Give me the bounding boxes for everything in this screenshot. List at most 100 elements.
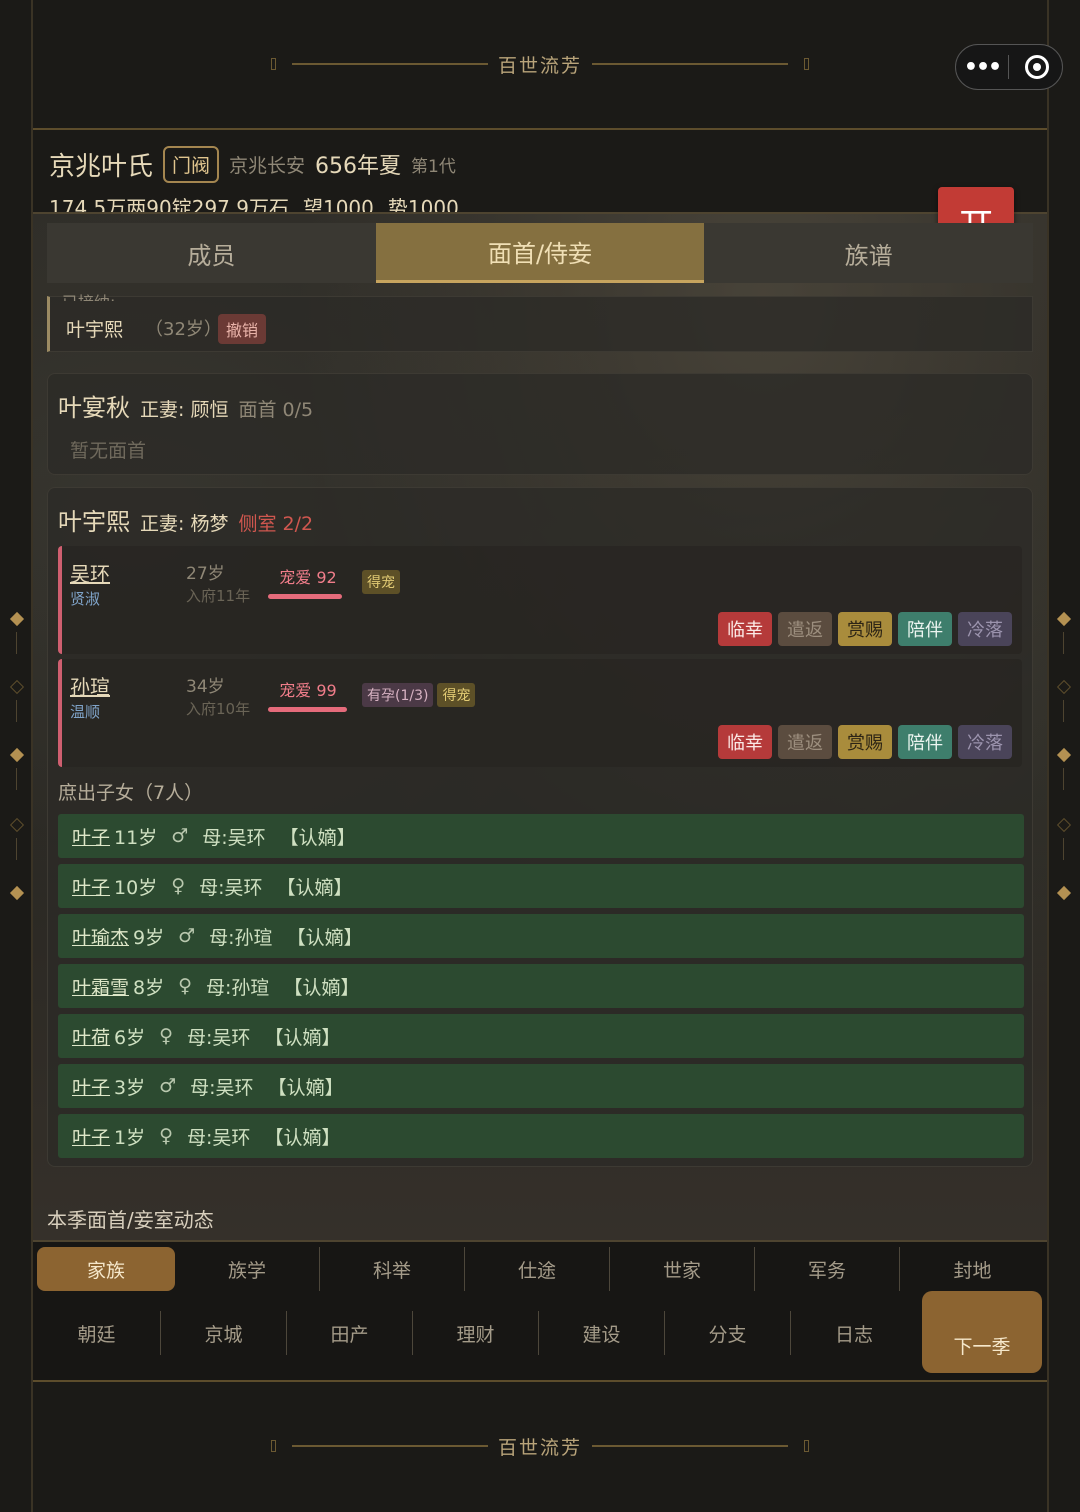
child-row[interactable]: 叶子 10岁 ♀ 母:吴环 【认嫡】 (58, 864, 1024, 908)
diamond-ornament (1056, 611, 1072, 627)
banner-title: 百世流芳 (497, 1436, 582, 1459)
accompany-button[interactable]: 陪伴 (898, 612, 952, 646)
nav-court[interactable]: 朝廷 (33, 1311, 161, 1355)
children-title: 庶出子女（7人） (58, 782, 204, 804)
child-status: 【认嫡】 (286, 926, 363, 949)
nav-military[interactable]: 军务 (755, 1247, 900, 1291)
diamond-ornament (9, 885, 25, 901)
left-ornament (9, 610, 25, 910)
child-name[interactable]: 叶荷 (72, 1023, 110, 1050)
diamond-ornament (1056, 747, 1072, 763)
child-row[interactable]: 叶荷 6岁 ♀ 母:吴环 【认嫡】 (58, 1014, 1024, 1058)
child-status: 【认嫡】 (283, 976, 360, 999)
consort-name[interactable]: 吴环 (70, 558, 110, 587)
empty-state: 暂无面首 (70, 440, 147, 462)
child-row[interactable]: 叶霜雪 8岁 ♀ 母:孙瑄 【认嫡】 (58, 964, 1024, 1008)
child-age: 9岁 (133, 926, 165, 949)
nav-career[interactable]: 仕途 (465, 1247, 610, 1291)
current-season: 656年夏 (315, 154, 402, 179)
nav-clans[interactable]: 世家 (610, 1247, 755, 1291)
child-name[interactable]: 叶子 (72, 1073, 110, 1100)
nav-fief[interactable]: 封地 (900, 1247, 1045, 1291)
diamond-ornament (9, 611, 25, 627)
child-row[interactable]: 叶子 1岁 ♀ 母:吴环 【认嫡】 (58, 1114, 1024, 1158)
ornament-line (16, 838, 17, 860)
child-name[interactable]: 叶子 (72, 823, 110, 850)
pregnancy-badge: 有孕(1/3) (362, 683, 434, 707)
accompany-button[interactable]: 陪伴 (898, 725, 952, 759)
male-icon: ♂ (159, 1075, 177, 1097)
diamond-ornament (1056, 885, 1072, 901)
neglect-button[interactable]: 冷落 (958, 612, 1012, 646)
child-row[interactable]: 叶子 11岁 ♂ 母:吴环 【认嫡】 (58, 814, 1024, 858)
more-dots-icon[interactable]: ••• (956, 55, 1008, 80)
dismiss-button[interactable]: 遣返 (778, 612, 832, 646)
nav-capital[interactable]: 京城 (161, 1311, 287, 1355)
revoke-button[interactable]: 撤销 (218, 314, 267, 344)
owner-spouse: 正妻: 杨梦 (140, 513, 229, 535)
female-icon: ♀ (159, 1125, 174, 1147)
accepted-age: （32岁） (145, 319, 222, 340)
banner-cap-left (270, 58, 276, 70)
consort-row: 吴环 贤淑 27岁 入府11年 宠爱 92 得宠 临幸 遣返 赏赐 陪伴 冷落 (58, 546, 1022, 654)
consort-since: 入府10年 (186, 700, 251, 718)
child-name[interactable]: 叶子 (72, 873, 110, 900)
bottom-nav: 家族 族学 科举 仕途 世家 军务 封地 朝廷 京城 田产 理财 建设 分支 日… (33, 1240, 1047, 1380)
neglect-button[interactable]: 冷落 (958, 725, 1012, 759)
consort-age: 34岁 (186, 677, 225, 697)
nav-exam[interactable]: 科举 (320, 1247, 465, 1291)
nav-finance[interactable]: 理财 (413, 1311, 539, 1355)
top-banner: 百世流芳 (33, 0, 1047, 130)
target-icon[interactable] (1025, 55, 1049, 79)
dismiss-button[interactable]: 遣返 (778, 725, 832, 759)
child-name[interactable]: 叶瑜杰 (72, 923, 129, 950)
favor-visit-button[interactable]: 临幸 (718, 725, 772, 759)
favor-visit-button[interactable]: 临幸 (718, 612, 772, 646)
tab-consorts[interactable]: 面首/侍妾 (375, 223, 705, 283)
nav-build[interactable]: 建设 (539, 1311, 665, 1355)
reward-button[interactable]: 赏赐 (838, 725, 892, 759)
consort-actions: 临幸 遣返 赏赐 陪伴 冷落 (718, 612, 1012, 646)
consort-name[interactable]: 孙瑄 (70, 671, 110, 700)
next-season-button[interactable]: 下一季 (922, 1291, 1042, 1373)
rank-badge: 门阀 (163, 145, 220, 183)
nav-family[interactable]: 家族 (37, 1247, 175, 1291)
ornament-line (16, 768, 17, 790)
season-dynamics-title[interactable]: 本季面首/妾室动态 (47, 1204, 214, 1233)
nav-log[interactable]: 日志 (791, 1311, 917, 1355)
child-age: 10岁 (114, 876, 158, 899)
reward-button[interactable]: 赏赐 (838, 612, 892, 646)
child-name[interactable]: 叶霜雪 (72, 973, 129, 1000)
diamond-ornament (1056, 817, 1072, 833)
child-row[interactable]: 叶子 3岁 ♂ 母:吴环 【认嫡】 (58, 1064, 1024, 1108)
female-icon: ♀ (178, 975, 193, 997)
owner-title: 叶宴秋 正妻: 顾恒 面首 0/5 (58, 388, 313, 423)
nav-school[interactable]: 族学 (175, 1247, 320, 1291)
diamond-ornament (9, 747, 25, 763)
male-icon: ♂ (171, 825, 189, 847)
child-age: 3岁 (114, 1076, 146, 1099)
owner-quota: 面首 0/5 (238, 399, 314, 421)
child-mother: 母:吴环 (199, 876, 263, 899)
ornament-line (16, 700, 17, 722)
tab-members[interactable]: 成员 (47, 223, 376, 283)
main-tabs: 成员 面首/侍妾 族谱 (47, 223, 1033, 283)
nav-branch[interactable]: 分支 (665, 1311, 791, 1355)
owner-spouse: 正妻: 顾恒 (140, 399, 229, 421)
owner-name: 叶宇熙 (58, 508, 130, 536)
ornament-line (1063, 700, 1064, 722)
status-badge: 得宠 (437, 683, 476, 707)
consort-tags: 有孕(1/3) 得宠 (362, 683, 476, 707)
child-age: 6岁 (114, 1026, 146, 1049)
banner-line-right (592, 1445, 788, 1447)
ornament-line (1063, 768, 1064, 790)
favor-label: 宠爱 99 (279, 681, 337, 700)
nav-estate[interactable]: 田产 (287, 1311, 413, 1355)
owner-card-yanqiu: 叶宴秋 正妻: 顾恒 面首 0/5 暂无面首 (47, 373, 1033, 475)
child-row[interactable]: 叶瑜杰 9岁 ♂ 母:孙瑄 【认嫡】 (58, 914, 1024, 958)
owner-name: 叶宴秋 (58, 394, 130, 422)
tab-genealogy[interactable]: 族谱 (704, 223, 1033, 283)
female-icon: ♀ (171, 875, 186, 897)
banner-cap-left (270, 1440, 276, 1452)
child-name[interactable]: 叶子 (72, 1123, 110, 1150)
